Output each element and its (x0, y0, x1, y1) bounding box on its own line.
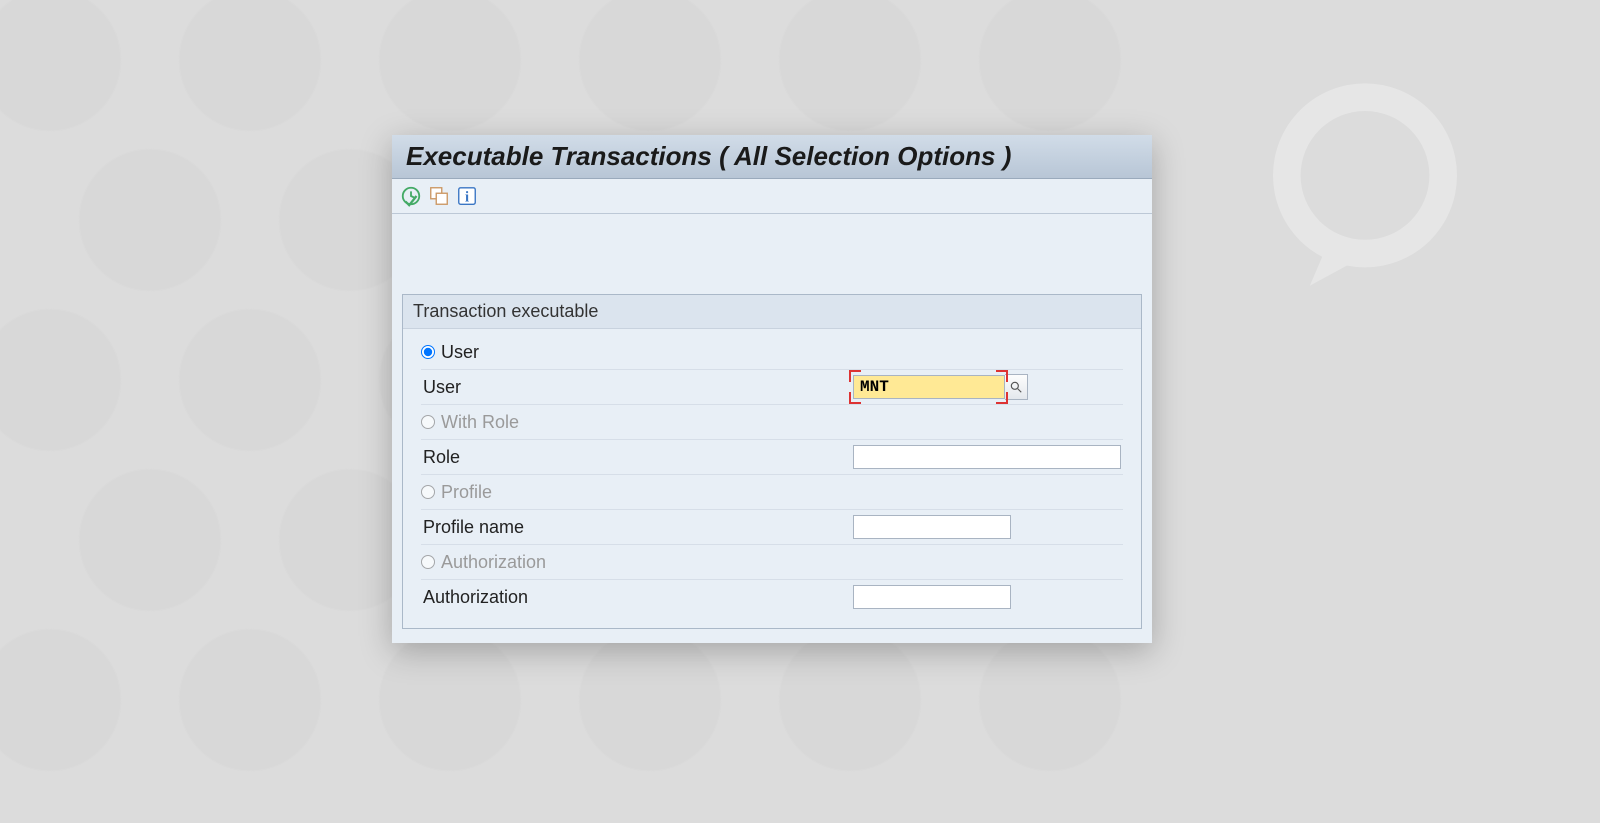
field-row-role: Role (421, 440, 1123, 475)
group-title: Transaction executable (403, 295, 1141, 329)
radio-authorization[interactable] (421, 555, 435, 569)
search-help-icon (1009, 380, 1023, 394)
field-row-authorization: Authorization (421, 580, 1123, 614)
required-indicator (996, 370, 1008, 382)
sap-selection-screen: Executable Transactions ( All Selection … (392, 135, 1152, 643)
info-button[interactable]: i (456, 185, 478, 207)
role-field-label: Role (421, 447, 853, 468)
field-row-user: User (421, 370, 1123, 405)
radio-user-label: User (441, 342, 479, 363)
radio-row-authorization: Authorization (421, 545, 1123, 580)
user-field-label: User (421, 377, 853, 398)
radio-with-role-label: With Role (441, 412, 519, 433)
authorization-input[interactable] (853, 585, 1011, 609)
user-search-help-button[interactable] (1005, 374, 1028, 400)
radio-profile-label: Profile (441, 482, 492, 503)
selection-body: Transaction executable User User (392, 214, 1152, 643)
execute-clock-icon (400, 185, 422, 207)
field-row-profile: Profile name (421, 510, 1123, 545)
radio-row-with-role: With Role (421, 405, 1123, 440)
radio-user[interactable] (421, 345, 435, 359)
window-title: Executable Transactions ( All Selection … (406, 141, 1011, 171)
transaction-executable-group: Transaction executable User User (402, 294, 1142, 629)
speech-bubble-icon (1250, 65, 1480, 295)
execute-button[interactable] (400, 185, 422, 207)
required-indicator (996, 392, 1008, 404)
application-toolbar: i (392, 179, 1152, 214)
user-input[interactable] (853, 375, 1005, 399)
radio-authorization-label: Authorization (441, 552, 546, 573)
svg-text:i: i (465, 190, 469, 206)
get-variant-button[interactable] (428, 185, 450, 207)
required-indicator (849, 370, 861, 382)
required-indicator (849, 392, 861, 404)
radio-profile[interactable] (421, 485, 435, 499)
role-input[interactable] (853, 445, 1121, 469)
profile-field-label: Profile name (421, 517, 853, 538)
radio-row-profile: Profile (421, 475, 1123, 510)
profile-name-input[interactable] (853, 515, 1011, 539)
radio-with-role[interactable] (421, 415, 435, 429)
window-titlebar: Executable Transactions ( All Selection … (392, 135, 1152, 179)
radio-row-user: User (421, 335, 1123, 370)
authorization-field-label: Authorization (421, 587, 853, 608)
info-icon: i (456, 185, 478, 207)
get-variant-icon (428, 185, 450, 207)
